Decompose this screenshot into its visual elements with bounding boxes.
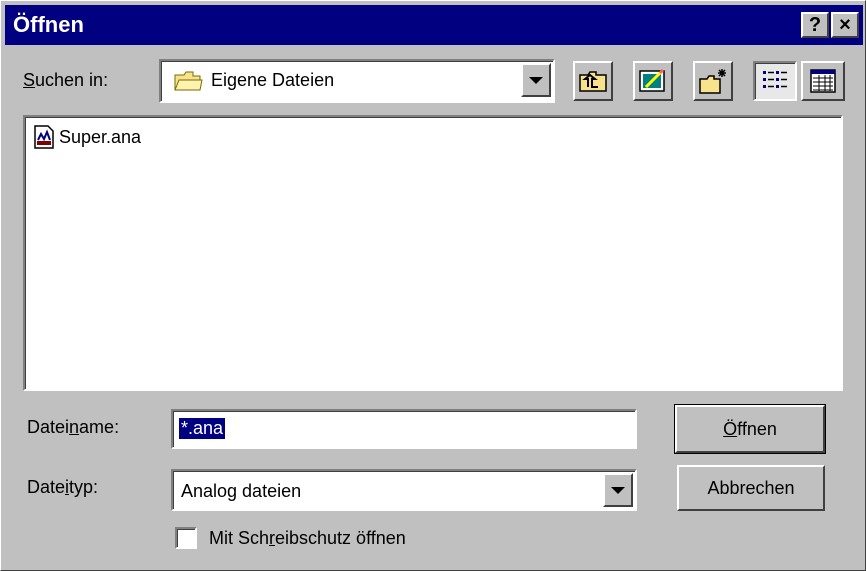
desktop-button[interactable] [633, 61, 673, 101]
folder-icon [173, 68, 203, 99]
readonly-checkbox-row[interactable]: Mit Schreibschutz öffnen [175, 525, 406, 551]
list-view-icon [761, 67, 789, 100]
up-one-level-button[interactable] [573, 61, 613, 101]
open-button-label: ffnen [737, 418, 777, 439]
open-button[interactable]: Öffnen [674, 404, 826, 454]
lookin-dropdown-arrow[interactable] [521, 63, 551, 97]
chevron-down-icon [611, 486, 625, 494]
filename-label: Dateiname: [27, 417, 120, 437]
lookin-dropdown[interactable]: Eigene Dateien [159, 59, 555, 103]
close-icon: × [839, 13, 851, 36]
desktop-icon [638, 67, 668, 100]
open-dialog: Öffnen ? × Suchen in: Eigene Dateien Sup… [0, 0, 866, 571]
new-folder-icon [698, 67, 728, 100]
up-one-level-icon [578, 67, 608, 100]
filetype-label: Dateityp: [27, 477, 99, 497]
filetype-dropdown[interactable]: Analog dateien [171, 469, 637, 511]
filename-input[interactable]: *.ana [171, 409, 637, 449]
readonly-label: Mit Schreibschutz öffnen [209, 527, 406, 548]
new-folder-button[interactable] [693, 61, 733, 101]
title-bar[interactable]: Öffnen ? × [5, 5, 863, 45]
filetype-dropdown-arrow[interactable] [603, 473, 633, 507]
list-item[interactable]: Super.ana [33, 123, 141, 151]
close-button[interactable]: × [831, 12, 859, 38]
lookin-value: Eigene Dateien [211, 70, 335, 90]
file-name: Super.ana [59, 126, 142, 147]
filename-value: *.ana [179, 418, 226, 439]
cancel-button-label: Abbrechen [707, 477, 795, 498]
window-title: Öffnen [13, 12, 84, 37]
chevron-down-icon [529, 76, 543, 84]
open-button-mnemonic: Ö [723, 418, 738, 439]
help-button[interactable]: ? [801, 12, 829, 38]
details-view-button[interactable] [801, 61, 845, 101]
list-view-button[interactable] [753, 61, 797, 101]
readonly-checkbox[interactable] [175, 527, 197, 549]
cancel-button[interactable]: Abbrechen [677, 465, 825, 511]
lookin-label: Suchen in: [23, 70, 109, 90]
details-view-icon [809, 67, 837, 100]
filetype-value: Analog dateien [181, 481, 302, 501]
document-file-icon [33, 125, 55, 149]
help-icon: ? [808, 13, 822, 36]
file-list[interactable]: Super.ana [23, 115, 843, 391]
